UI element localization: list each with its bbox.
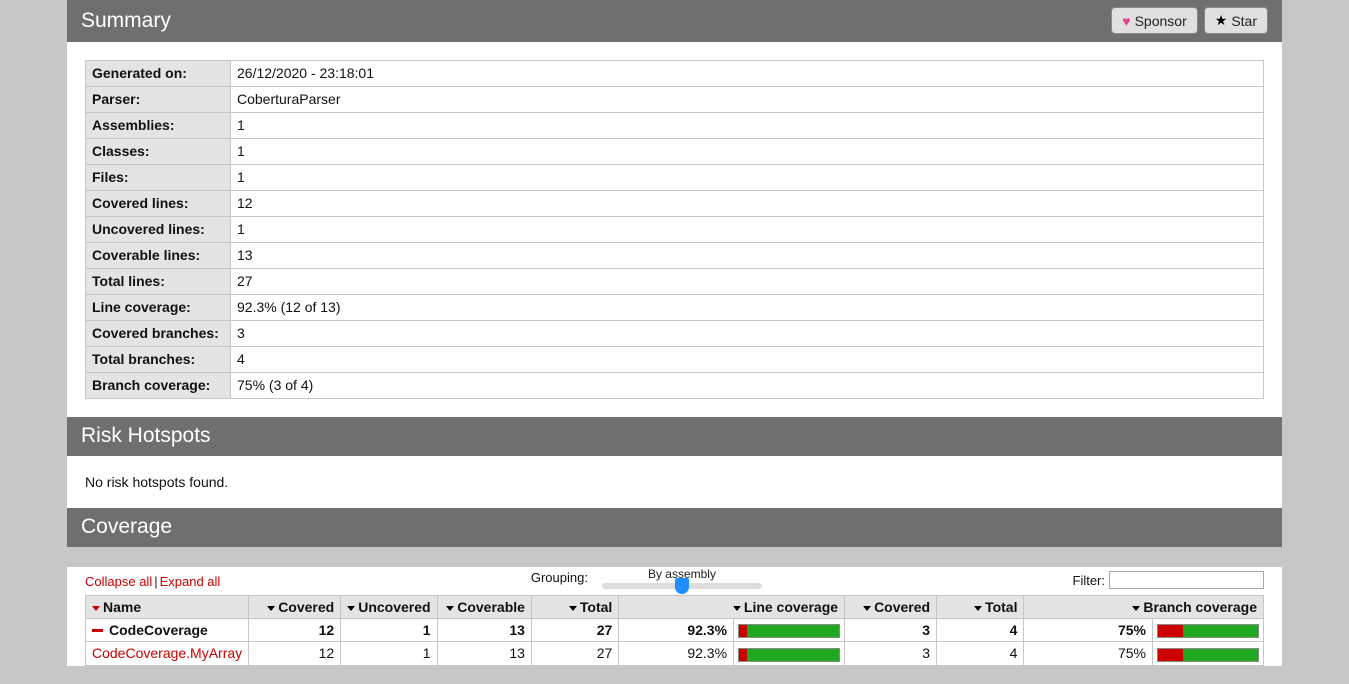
coverage-title: Coverage (81, 515, 172, 539)
summary-value: 3 (231, 321, 1264, 347)
summary-table: Generated on:26/12/2020 - 23:18:01Parser… (85, 60, 1264, 399)
summary-value: 75% (3 of 4) (231, 373, 1264, 399)
summary-row: Covered lines:12 (86, 191, 1264, 217)
summary-label: Covered branches: (86, 321, 231, 347)
star-button[interactable]: ★ Star (1204, 7, 1268, 34)
col-branch-coverage[interactable]: Branch coverage (1024, 596, 1264, 619)
summary-header: Summary ♥ Sponsor ★ Star (67, 0, 1282, 42)
summary-row: Total branches:4 (86, 347, 1264, 373)
star-icon: ★ (1215, 12, 1228, 29)
collapse-expand-links: Collapse all|Expand all (85, 573, 220, 589)
col-branch-total[interactable]: Total (937, 596, 1024, 619)
expand-all-link[interactable]: Expand all (160, 574, 221, 589)
summary-value: 92.3% (12 of 13) (231, 295, 1264, 321)
summary-label: Files: (86, 165, 231, 191)
summary-row: Parser:CoberturaParser (86, 87, 1264, 113)
summary-value: 1 (231, 139, 1264, 165)
summary-card: Generated on:26/12/2020 - 23:18:01Parser… (67, 42, 1282, 417)
summary-value: 4 (231, 347, 1264, 373)
col-name[interactable]: Name (86, 596, 249, 619)
coverage-card: Collapse all|Expand all Grouping: By ass… (67, 567, 1282, 666)
summary-label: Uncovered lines: (86, 217, 231, 243)
summary-value: 26/12/2020 - 23:18:01 (231, 61, 1264, 87)
col-branch-covered[interactable]: Covered (845, 596, 937, 619)
sort-caret-icon (92, 606, 100, 611)
col-total[interactable]: Total (531, 596, 618, 619)
summary-title: Summary (81, 9, 171, 33)
sort-caret-icon (569, 606, 577, 611)
sort-caret-icon (974, 606, 982, 611)
star-label: Star (1231, 13, 1257, 29)
summary-row: Line coverage:92.3% (12 of 13) (86, 295, 1264, 321)
summary-row: Branch coverage:75% (3 of 4) (86, 373, 1264, 399)
sort-caret-icon (267, 606, 275, 611)
summary-value: 1 (231, 217, 1264, 243)
sort-caret-icon (347, 606, 355, 611)
col-coverable[interactable]: Coverable (437, 596, 531, 619)
summary-label: Assemblies: (86, 113, 231, 139)
summary-label: Classes: (86, 139, 231, 165)
summary-row: Generated on:26/12/2020 - 23:18:01 (86, 61, 1264, 87)
summary-row: Classes:1 (86, 139, 1264, 165)
collapse-icon[interactable] (92, 629, 103, 632)
risk-none-text: No risk hotspots found. (85, 474, 228, 490)
summary-row: Coverable lines:13 (86, 243, 1264, 269)
summary-value: 1 (231, 113, 1264, 139)
summary-label: Line coverage: (86, 295, 231, 321)
class-link[interactable]: CodeCoverage.MyArray (92, 645, 242, 661)
summary-row: Uncovered lines:1 (86, 217, 1264, 243)
assembly-name-cell[interactable]: CodeCoverage (86, 619, 249, 642)
class-name-cell: CodeCoverage.MyArray (86, 642, 249, 665)
summary-value: 27 (231, 269, 1264, 295)
col-uncovered[interactable]: Uncovered (341, 596, 437, 619)
collapse-all-link[interactable]: Collapse all (85, 574, 152, 589)
filter-input[interactable] (1109, 571, 1264, 589)
summary-label: Total lines: (86, 269, 231, 295)
filter-label: Filter: (1073, 573, 1106, 588)
summary-value: 13 (231, 243, 1264, 269)
heart-icon: ♥ (1122, 13, 1130, 29)
col-line-coverage[interactable]: Line coverage (619, 596, 845, 619)
sort-caret-icon (863, 606, 871, 611)
coverage-table: Name Covered Uncovered Coverable Total L… (85, 595, 1264, 666)
table-row-class: CodeCoverage.MyArray 12 1 13 27 92.3% 3 … (86, 642, 1264, 665)
sort-caret-icon (446, 606, 454, 611)
sponsor-button[interactable]: ♥ Sponsor (1111, 7, 1197, 34)
line-coverage-bar (738, 648, 840, 662)
summary-value: 1 (231, 165, 1264, 191)
summary-value: 12 (231, 191, 1264, 217)
summary-label: Parser: (86, 87, 231, 113)
branch-coverage-bar (1157, 648, 1259, 662)
risk-title: Risk Hotspots (81, 424, 211, 448)
grouping-slider[interactable] (602, 583, 762, 589)
line-coverage-bar (738, 624, 840, 638)
sponsor-label: Sponsor (1135, 13, 1187, 29)
summary-label: Total branches: (86, 347, 231, 373)
summary-row: Total lines:27 (86, 269, 1264, 295)
summary-label: Branch coverage: (86, 373, 231, 399)
branch-coverage-bar (1157, 624, 1259, 638)
summary-label: Generated on: (86, 61, 231, 87)
summary-value: CoberturaParser (231, 87, 1264, 113)
coverage-header: Coverage (67, 508, 1282, 547)
summary-label: Covered lines: (86, 191, 231, 217)
grouping-label: Grouping: (531, 570, 588, 589)
table-row-assembly: CodeCoverage 12 1 13 27 92.3% 3 4 75% (86, 619, 1264, 642)
summary-row: Covered branches:3 (86, 321, 1264, 347)
summary-label: Coverable lines: (86, 243, 231, 269)
sort-caret-icon (1132, 606, 1140, 611)
col-covered[interactable]: Covered (249, 596, 341, 619)
summary-row: Files:1 (86, 165, 1264, 191)
slider-thumb-icon[interactable] (675, 578, 689, 594)
summary-row: Assemblies:1 (86, 113, 1264, 139)
sort-caret-icon (733, 606, 741, 611)
risk-card: No risk hotspots found. (67, 456, 1282, 508)
risk-header: Risk Hotspots (67, 417, 1282, 456)
